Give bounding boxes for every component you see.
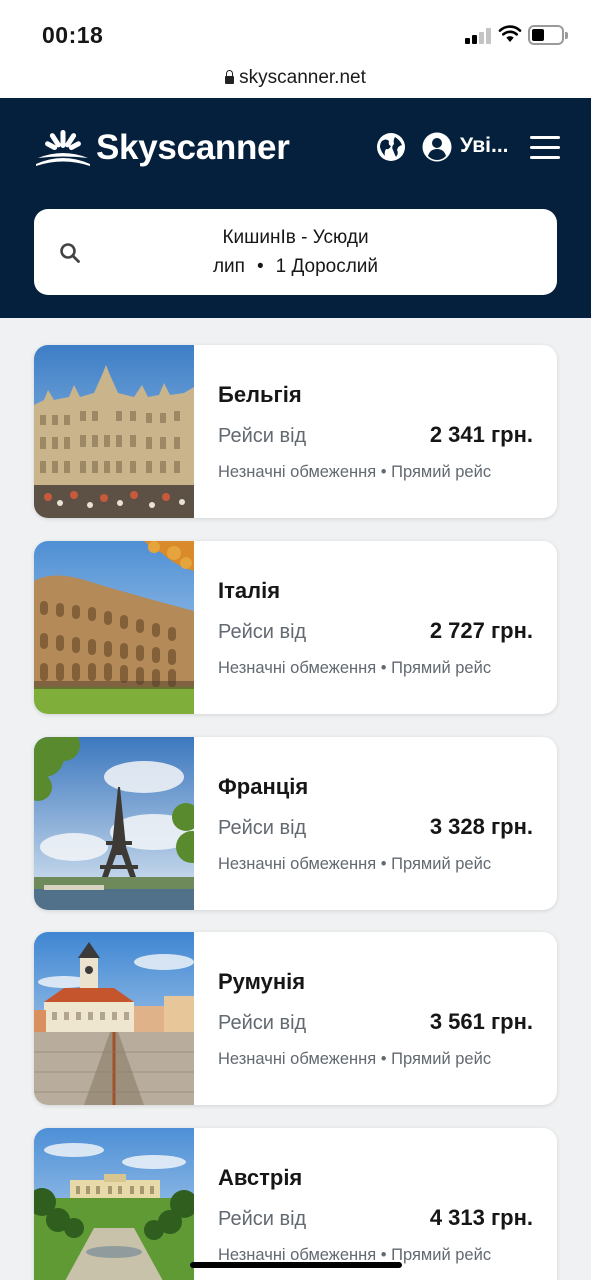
destination-name: Австрія bbox=[218, 1165, 303, 1190]
destination-price: 2 341 грн. bbox=[429, 422, 533, 447]
home-indicator[interactable] bbox=[190, 1262, 402, 1268]
destination-name: Франція bbox=[218, 774, 309, 799]
flights-from-label: Рейси від bbox=[218, 1012, 307, 1034]
meta-separator: • bbox=[376, 855, 392, 873]
destination-price: 3 328 грн. bbox=[429, 814, 533, 839]
logo-text: Skyscanner bbox=[96, 128, 290, 167]
restrictions-label: Незначні обмеження bbox=[218, 463, 377, 481]
login-link[interactable]: Уві... bbox=[460, 134, 509, 158]
destination-meta: Незначні обмеження • Прямий рейс bbox=[218, 1050, 491, 1069]
lock-icon bbox=[225, 70, 235, 84]
destination-name: Італія bbox=[218, 578, 281, 603]
destination-photo bbox=[34, 345, 194, 518]
globe-icon[interactable] bbox=[376, 132, 406, 162]
url-text: skyscanner.net bbox=[239, 67, 366, 88]
destination-card[interactable]: Румунія Рейси від 3 561 грн. Незначні об… bbox=[34, 932, 557, 1105]
browser-url-bar[interactable]: skyscanner.net bbox=[0, 60, 591, 98]
search-passengers: 1 Дорослий bbox=[275, 256, 379, 277]
search-separator: • bbox=[256, 256, 264, 277]
flights-from-label: Рейси від bbox=[218, 425, 307, 447]
flight-type-label: Прямий рейс bbox=[391, 855, 492, 873]
destination-card[interactable]: Франція Рейси від 3 328 грн. Незначні об… bbox=[34, 737, 557, 910]
destination-photo bbox=[34, 737, 194, 910]
destination-card[interactable]: Австрія Рейси від 4 313 грн. Незначні об… bbox=[34, 1128, 557, 1280]
status-bar: 00:18 bbox=[0, 0, 591, 60]
destination-card[interactable]: Бельгія Рейси від 2 341 грн. Незначні об… bbox=[34, 345, 557, 518]
skyscanner-logo[interactable]: Skyscanner bbox=[34, 128, 290, 168]
flight-type-label: Прямий рейс bbox=[391, 1246, 492, 1264]
site-header: Skyscanner Уві... КишинІв - Усюди лип • 1 … bbox=[0, 98, 591, 318]
search-route: КишинІв - Усюди bbox=[222, 227, 369, 248]
sunrise-logo-icon bbox=[36, 130, 90, 166]
destination-card[interactable]: Італія Рейси від 2 727 грн. Незначні обм… bbox=[34, 541, 557, 714]
destination-price: 2 727 грн. bbox=[429, 618, 533, 643]
meta-separator: • bbox=[376, 659, 392, 677]
wifi-icon bbox=[498, 25, 522, 42]
flights-from-label: Рейси від bbox=[218, 817, 307, 839]
destination-price: 4 313 грн. bbox=[429, 1205, 533, 1230]
destination-photo bbox=[34, 1128, 194, 1280]
restrictions-label: Незначні обмеження bbox=[218, 659, 377, 677]
destination-photo bbox=[34, 932, 194, 1105]
meta-separator: • bbox=[376, 463, 392, 481]
restrictions-label: Незначні обмеження bbox=[218, 1050, 377, 1068]
cellular-signal-icon bbox=[465, 28, 493, 44]
destination-meta: Незначні обмеження • Прямий рейс bbox=[218, 659, 491, 678]
meta-separator: • bbox=[376, 1050, 392, 1068]
destination-photo bbox=[34, 541, 194, 714]
flights-from-label: Рейси від bbox=[218, 621, 307, 643]
hamburger-menu-icon[interactable] bbox=[530, 136, 560, 160]
search-period: лип bbox=[212, 256, 245, 277]
flight-type-label: Прямий рейс bbox=[391, 659, 492, 677]
battery-icon bbox=[528, 25, 568, 45]
destination-name: Румунія bbox=[218, 969, 306, 994]
user-icon[interactable] bbox=[422, 132, 452, 162]
destination-price: 3 561 грн. bbox=[429, 1009, 533, 1034]
destination-meta: Незначні обмеження • Прямий рейс bbox=[218, 855, 491, 874]
flight-type-label: Прямий рейс bbox=[391, 463, 492, 481]
search-summary-bar[interactable]: КишинІв - Усюди лип • 1 Дорослий bbox=[34, 209, 557, 295]
status-time: 00:18 bbox=[42, 22, 104, 48]
search-details: лип • 1 Дорослий bbox=[34, 256, 557, 278]
flight-type-label: Прямий рейс bbox=[391, 1050, 492, 1068]
restrictions-label: Незначні обмеження bbox=[218, 855, 377, 873]
destination-name: Бельгія bbox=[218, 382, 302, 407]
flights-from-label: Рейси від bbox=[218, 1208, 307, 1230]
destination-meta: Незначні обмеження • Прямий рейс bbox=[218, 463, 491, 482]
